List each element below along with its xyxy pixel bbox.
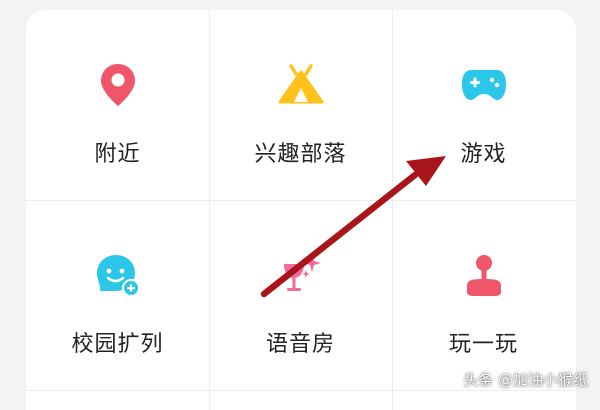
grid-divider xyxy=(26,390,576,391)
menu-item-label: 语音房 xyxy=(265,332,335,357)
menu-item-campus-friends[interactable]: 校园扩列 xyxy=(26,200,209,390)
smiley-add-icon xyxy=(95,252,141,298)
menu-item-nearby[interactable]: 附近 xyxy=(26,10,209,200)
menu-item-label: 兴趣部落 xyxy=(254,142,347,167)
location-pin-icon xyxy=(95,62,141,108)
menu-item-interest-tribe[interactable]: 兴趣部落 xyxy=(209,10,392,200)
feature-menu-card: 附近 兴趣部落 游戏 校园扩列 语音房 玩一玩 xyxy=(26,10,576,410)
menu-item-play[interactable]: 玩一玩 xyxy=(392,200,575,390)
joystick-icon xyxy=(461,252,507,298)
menu-item-voice-room[interactable]: 语音房 xyxy=(209,200,392,390)
feature-grid: 附近 兴趣部落 游戏 校园扩列 语音房 玩一玩 xyxy=(26,10,576,410)
menu-item-label: 附近 xyxy=(94,142,141,167)
tent-icon xyxy=(278,62,324,108)
menu-item-label: 校园扩列 xyxy=(71,332,164,357)
menu-item-games[interactable]: 游戏 xyxy=(392,10,575,200)
watermark-text: 头条 @加油小猴纸 xyxy=(463,371,588,389)
menu-item-label: 玩一玩 xyxy=(448,332,518,357)
gamepad-icon xyxy=(461,62,507,108)
microphone-sparkle-icon xyxy=(278,252,324,298)
menu-item-label: 游戏 xyxy=(460,142,507,167)
